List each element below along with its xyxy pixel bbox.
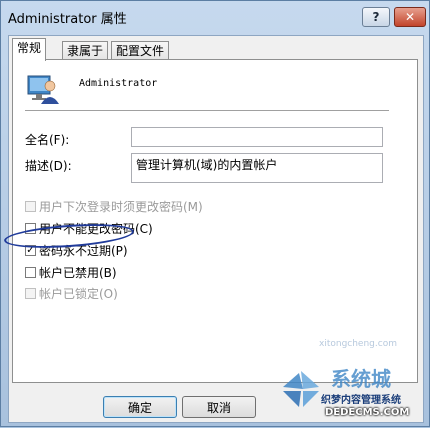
watermark-url: xitongcheng.com	[319, 339, 397, 349]
description-field[interactable]: 管理计算机(域)的内置帐户	[131, 153, 383, 183]
checkbox-box[interactable]	[25, 201, 36, 212]
tab-general[interactable]: 常规	[12, 38, 47, 61]
close-button[interactable]: ✕	[394, 7, 426, 27]
checkbox-box[interactable]	[25, 288, 36, 299]
checkbox-label: 用户下次登录时须更改密码(M)	[39, 200, 203, 214]
checkbox-box[interactable]	[25, 267, 36, 278]
tab-member-of[interactable]: 隶属于	[62, 41, 109, 60]
checkbox-must-change-password[interactable]: 用户下次登录时须更改密码(M)	[25, 198, 203, 215]
separator	[25, 110, 389, 112]
watermark-site-domain: DEDECMS.COM	[325, 407, 410, 418]
watermark: xitongcheng.com 系统城 织梦内容管理系统 DEDECMS.COM	[271, 339, 430, 428]
fullname-label: 全名(F):	[25, 133, 70, 147]
window-title: Administrator 属性	[8, 12, 127, 27]
user-avatar-icon	[27, 75, 59, 104]
user-name: Administrator	[79, 78, 158, 89]
fullname-field[interactable]	[131, 127, 383, 147]
title-bar: Administrator 属性 ? ✕	[1, 1, 429, 33]
cancel-button[interactable]: 取消	[182, 396, 256, 418]
tab-profile[interactable]: 配置文件	[111, 41, 170, 60]
properties-window: Administrator 属性 ? ✕ 常规 隶属于 配置文件 Adminis…	[0, 0, 430, 427]
watermark-brand: 系统城	[331, 367, 391, 391]
general-tab-panel: Administrator 全名(F): 描述(D): 管理计算机(域)的内置帐…	[12, 59, 418, 383]
watermark-site-name: 织梦内容管理系统	[321, 395, 401, 406]
checkbox-account-locked[interactable]: 帐户已锁定(O)	[25, 285, 118, 302]
help-button[interactable]: ?	[362, 7, 390, 27]
checkbox-account-disabled[interactable]: 帐户已禁用(B)	[25, 264, 117, 281]
checkbox-label: 帐户已锁定(O)	[39, 287, 118, 301]
checkbox-label: 帐户已禁用(B)	[39, 266, 117, 280]
ok-button[interactable]: 确定	[103, 396, 177, 418]
windows-logo-icon	[283, 371, 319, 407]
description-label: 描述(D):	[25, 159, 72, 173]
